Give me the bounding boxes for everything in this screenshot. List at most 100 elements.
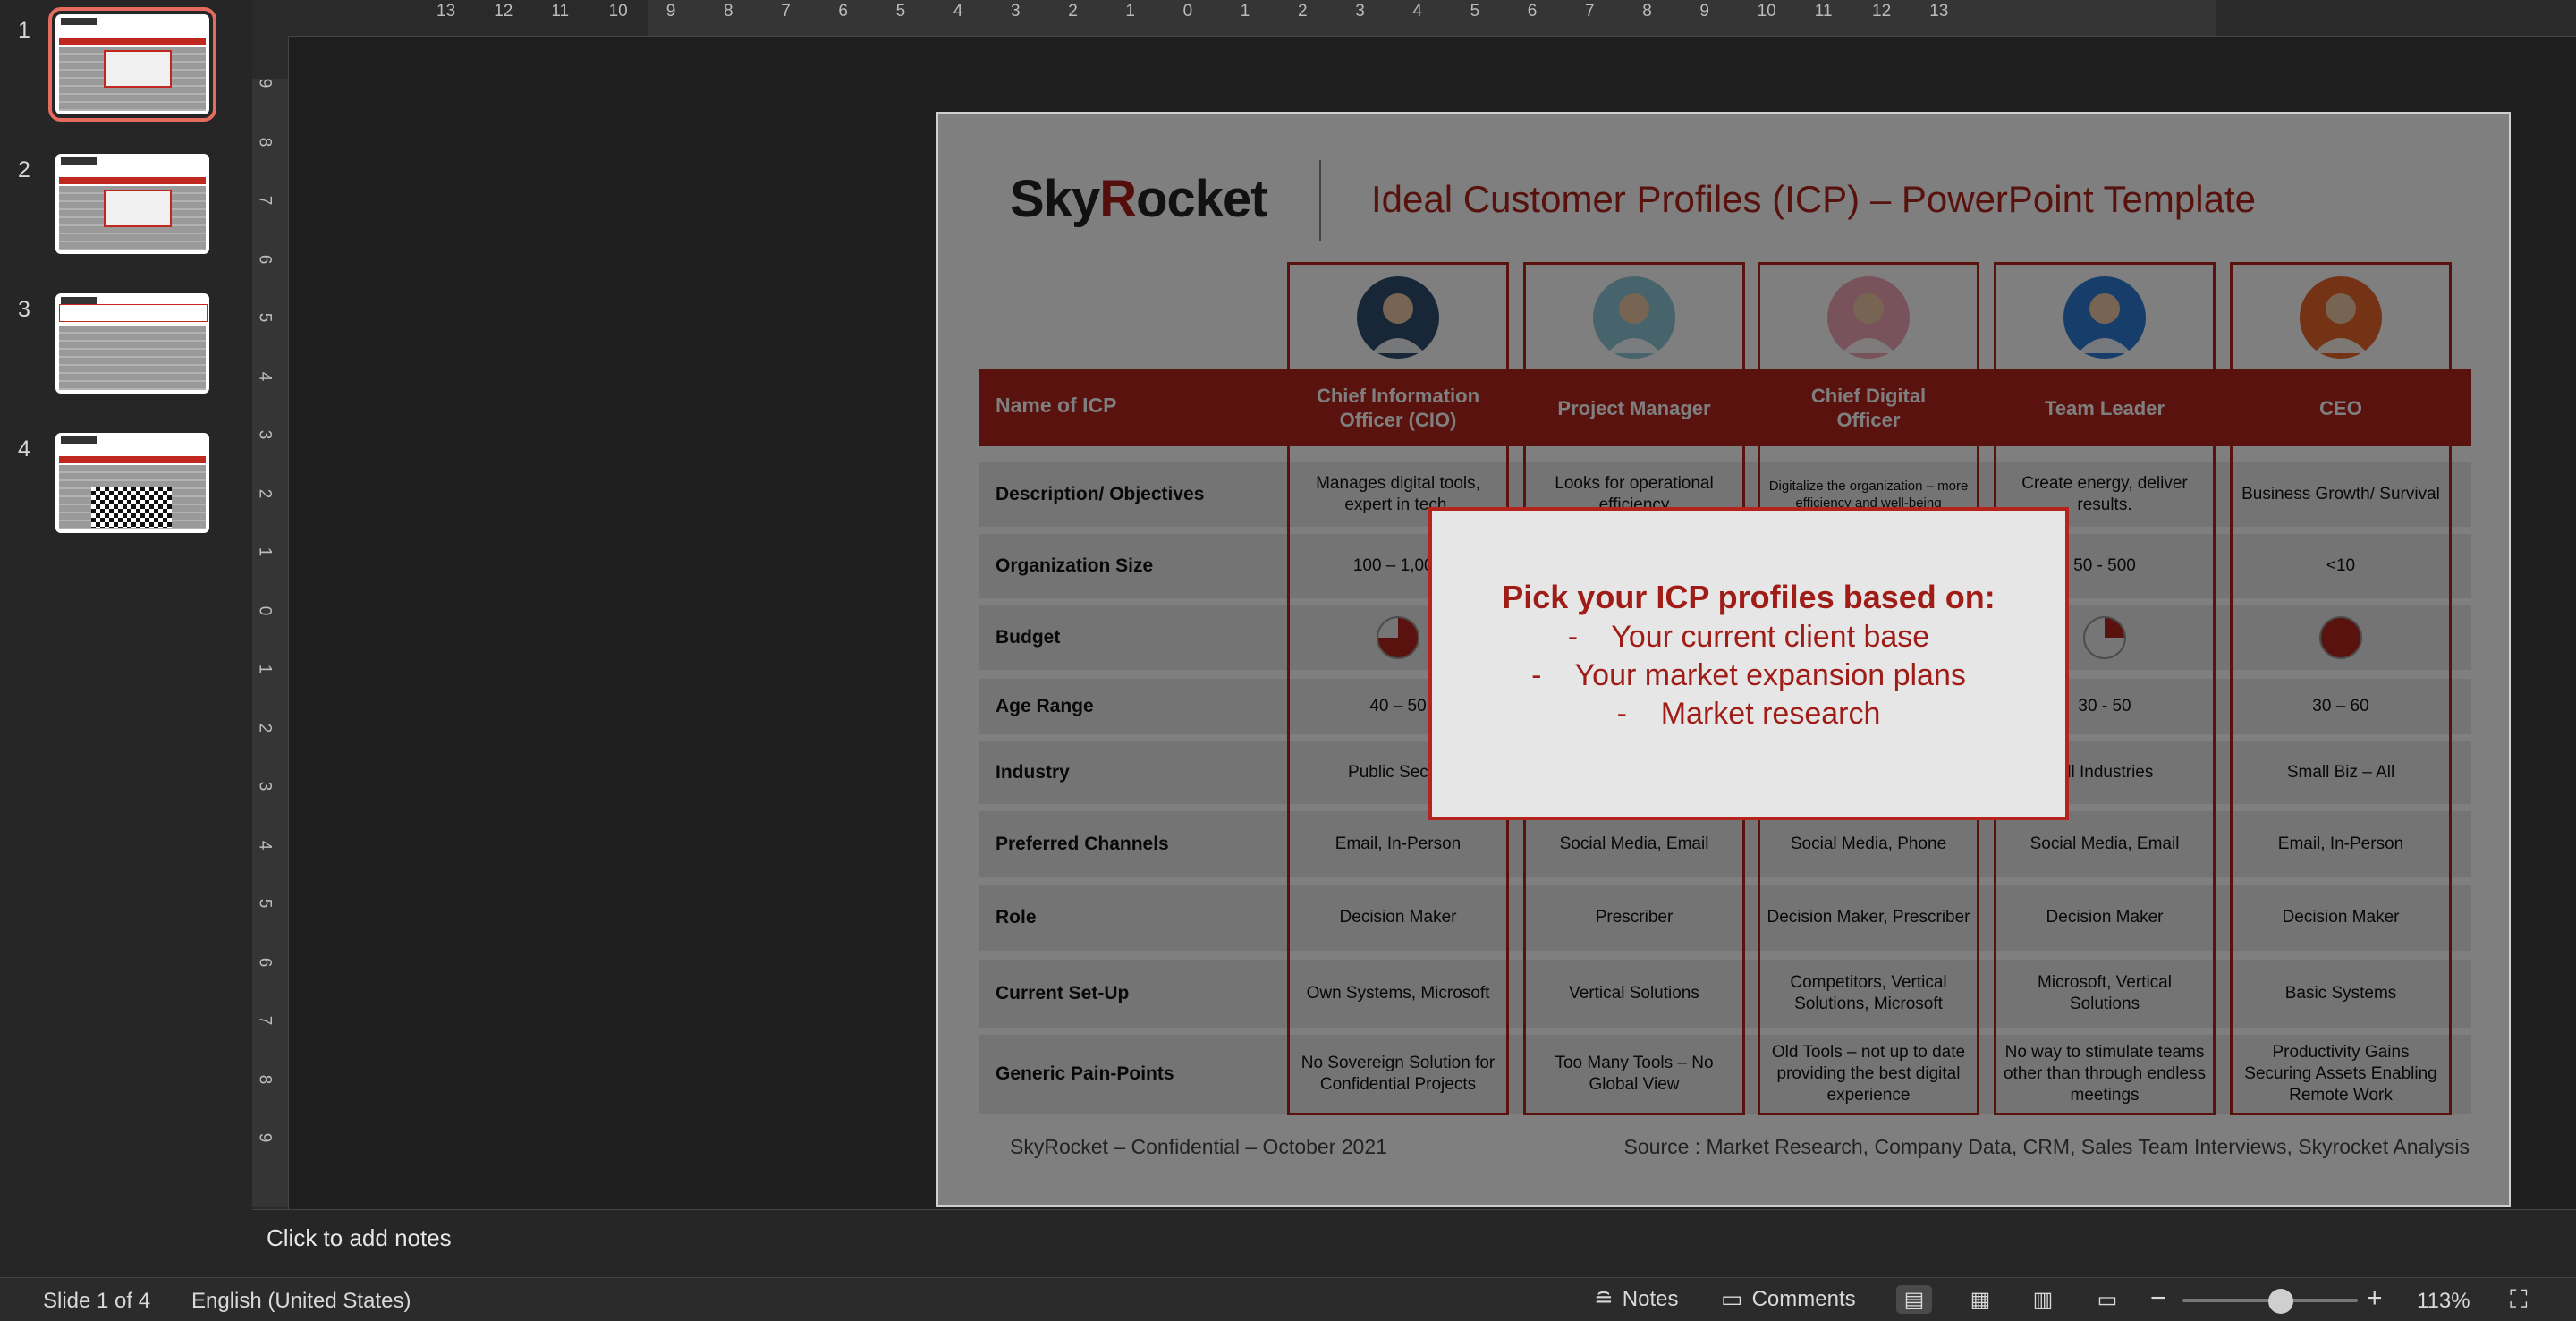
ruler-tick-label: 1: [1240, 2, 1250, 21]
slide-thumbnail-1[interactable]: [48, 7, 216, 122]
ruler-tick-label: 7: [781, 2, 791, 21]
ruler-tick-label: 1: [255, 546, 275, 557]
ruler-tick-label: 8: [255, 1074, 275, 1084]
slideshow-button[interactable]: ▭: [2089, 1285, 2125, 1314]
ruler-tick-label: 10: [608, 2, 628, 21]
callout-item: - Your current client base: [1567, 620, 1930, 654]
thumbnail-red-bar: [59, 177, 206, 184]
zoom-level[interactable]: 113%: [2417, 1289, 2470, 1314]
icp-callout-box[interactable]: Pick your ICP profiles based on: - Your …: [1428, 507, 2069, 820]
ruler-tick-label: 8: [255, 137, 275, 147]
ruler-tick-label: 0: [255, 605, 275, 615]
thumbnail-logo: [61, 297, 97, 304]
thumbnail-number: 1: [18, 18, 30, 43]
ruler-tick-label: 4: [1412, 2, 1422, 21]
ruler-slide-range: [252, 79, 288, 1207]
ruler-tick-label: 6: [838, 2, 848, 21]
thumbnail-grid: [59, 326, 206, 390]
ruler-tick-label: 2: [1068, 2, 1078, 21]
ruler-tick-label: 5: [255, 312, 275, 323]
callout-item: - Market research: [1616, 697, 1881, 731]
ruler-tick-label: 7: [255, 1015, 275, 1026]
ruler-tick-label: 7: [1585, 2, 1595, 21]
comments-button-label: Comments: [1751, 1286, 1856, 1311]
ruler-tick-label: 11: [551, 2, 570, 21]
thumbnail-logo: [61, 436, 97, 444]
ruler-tick-label: 8: [1642, 2, 1652, 21]
thumbnail-popup-box: [104, 190, 172, 227]
ruler-tick-label: 6: [255, 254, 275, 264]
thumbnail-banner: [59, 304, 208, 322]
slide[interactable]: SkyRocket Ideal Customer Profiles (ICP) …: [938, 114, 2509, 1205]
zoom-slider-thumb[interactable]: [2267, 1289, 2293, 1314]
ruler-tick-label: 4: [255, 840, 275, 850]
ruler-tick-label: 12: [494, 2, 513, 21]
book-icon: ▥: [2032, 1287, 2054, 1312]
vertical-ruler[interactable]: 9 8 7 6 5 4 3 2 1 0 1 2 3 4 5 6 7 8 9: [252, 36, 289, 1209]
ruler-tick-label: 2: [255, 723, 275, 732]
normal-view-icon: ▤: [1903, 1287, 1925, 1312]
normal-view-button[interactable]: ▤: [1896, 1285, 1932, 1314]
ruler-tick-label: 5: [255, 898, 275, 909]
thumbnail-red-bar: [59, 38, 206, 45]
presentation-icon: ▭: [2097, 1287, 2118, 1312]
comments-button[interactable]: ▭ Comments: [1721, 1285, 1856, 1313]
notes-placeholder[interactable]: Click to add notes: [267, 1224, 452, 1252]
ruler-tick-label: 6: [255, 957, 275, 967]
ruler-tick-label: 7: [255, 195, 275, 206]
ruler-slide-range: [648, 0, 2216, 36]
ruler-tick-label: 10: [1757, 2, 1776, 21]
slide-thumbnail-panel: 1 2 3 4: [0, 0, 253, 1277]
slide-thumbnail-3[interactable]: [55, 293, 209, 394]
thumbnail-row-4[interactable]: 4: [0, 429, 252, 537]
ruler-tick-label: 9: [1699, 2, 1709, 21]
zoom-in-button[interactable]: +: [2367, 1283, 2383, 1314]
notes-pane[interactable]: Click to add notes: [252, 1209, 2576, 1278]
reading-view-button[interactable]: ▥: [2025, 1285, 2061, 1314]
thumbnail-row-3[interactable]: 3: [0, 290, 252, 397]
ruler-tick-label: 8: [724, 2, 733, 21]
ruler-tick-label: 0: [1182, 2, 1193, 21]
ruler-tick-label: 3: [1011, 2, 1021, 21]
thumbnail-logo: [61, 157, 97, 165]
ruler-tick-label: 13: [436, 2, 456, 21]
thumbnail-red-bar: [59, 456, 206, 463]
ruler-tick-label: 9: [255, 1132, 275, 1143]
thumbnail-number: 4: [18, 436, 30, 462]
fit-to-window-icon[interactable]: ⛶: [2510, 1285, 2528, 1315]
callout-heading: Pick your ICP profiles based on:: [1502, 579, 1996, 615]
slide-thumbnail-4[interactable]: [55, 433, 209, 533]
thumbnail-row-2[interactable]: 2: [0, 150, 252, 258]
language-indicator[interactable]: English (United States): [191, 1289, 411, 1314]
slide-canvas: SkyRocket Ideal Customer Profiles (ICP) …: [289, 37, 2576, 1208]
thumbnail-number: 2: [18, 157, 30, 182]
checkered-flag-icon: [91, 487, 172, 528]
ruler-tick-label: 12: [1872, 2, 1892, 21]
slide-sorter-button[interactable]: ▦: [1962, 1285, 1998, 1314]
ruler-tick-label: 5: [1470, 2, 1480, 21]
ruler-tick-label: 13: [1929, 2, 1949, 21]
ruler-tick-label: 3: [255, 781, 275, 792]
ruler-tick-label: 9: [665, 2, 676, 21]
thumbnail-row-1[interactable]: 1: [0, 7, 252, 122]
slide-counter: Slide 1 of 4: [43, 1289, 151, 1313]
callout-item: - Your market expansion plans: [1531, 658, 1966, 692]
notes-button[interactable]: ≘ Notes: [1594, 1285, 1679, 1313]
slide-thumbnail-2[interactable]: [55, 154, 209, 254]
notes-button-label: Notes: [1622, 1286, 1679, 1311]
ruler-tick-label: 1: [1125, 2, 1135, 21]
ruler-tick-label: 1: [255, 664, 275, 674]
thumbnail-logo: [61, 18, 97, 25]
ruler-tick-label: 11: [1814, 2, 1833, 21]
ruler-tick-label: 2: [255, 488, 275, 498]
status-bar: Slide 1 of 4 English (United States) ≘ N…: [0, 1277, 2576, 1321]
thumbnail-popup-box: [104, 50, 172, 88]
zoom-out-button[interactable]: −: [2150, 1283, 2166, 1314]
ruler-tick-label: 6: [1527, 2, 1538, 21]
horizontal-ruler[interactable]: 13 12 11 10 9 8 7 6 5 4 3 2 1 0 1 2 3 4 5 6 7 8 9 10 11 12 13: [252, 0, 2576, 37]
grid-icon: ▦: [1970, 1287, 1991, 1312]
ruler-tick-label: 5: [895, 2, 906, 21]
comment-icon: ▭: [1721, 1285, 1743, 1312]
ruler-tick-label: 3: [1355, 2, 1365, 21]
notes-icon: ≘: [1594, 1285, 1614, 1312]
